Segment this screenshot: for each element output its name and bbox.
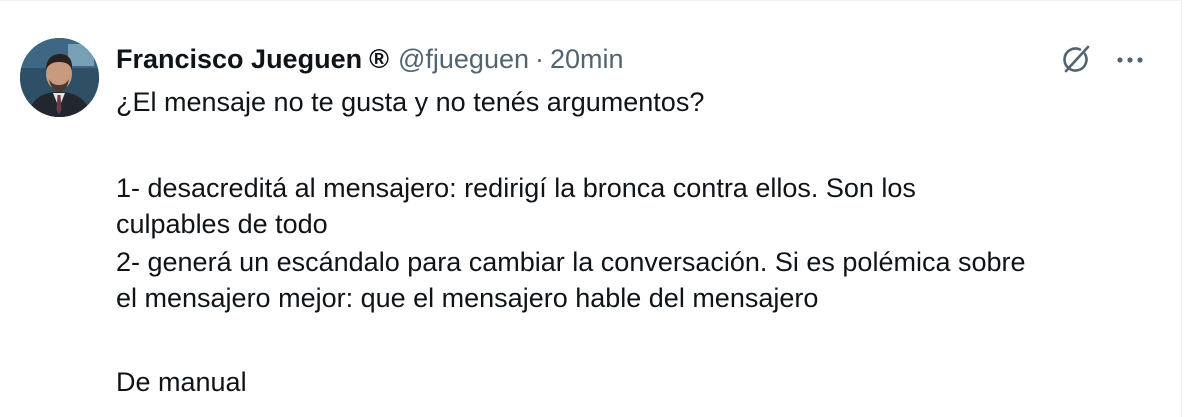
author-name[interactable]: Francisco Jueguen xyxy=(116,42,362,76)
tweet-line: De manual xyxy=(116,367,247,397)
grok-button[interactable] xyxy=(1056,40,1096,80)
tweet-line: 1- desacreditá al mensajero: redirigí la… xyxy=(116,173,916,203)
avatar-photo xyxy=(20,38,99,117)
more-button[interactable] xyxy=(1110,40,1150,80)
avatar[interactable] xyxy=(20,38,99,117)
more-icon xyxy=(1117,57,1143,63)
timestamp[interactable]: 20min xyxy=(550,42,624,76)
author-handle[interactable]: @fjueguen xyxy=(398,42,529,76)
tweet-line: 2- generá un escándalo para cambiar la c… xyxy=(116,247,1026,277)
tweet-line: ¿El mensaje no te gusta y no tenés argum… xyxy=(116,87,705,117)
tweet-line: el mensajero mejor: que el mensajero hab… xyxy=(116,283,819,313)
tweet-line: culpables de todo xyxy=(116,209,328,239)
tweet-header: Francisco Jueguen ® @fjueguen · 20min xyxy=(116,42,624,76)
grok-icon xyxy=(1063,45,1090,73)
registered-badge: ® xyxy=(369,44,389,74)
separator-dot: · xyxy=(535,44,544,74)
